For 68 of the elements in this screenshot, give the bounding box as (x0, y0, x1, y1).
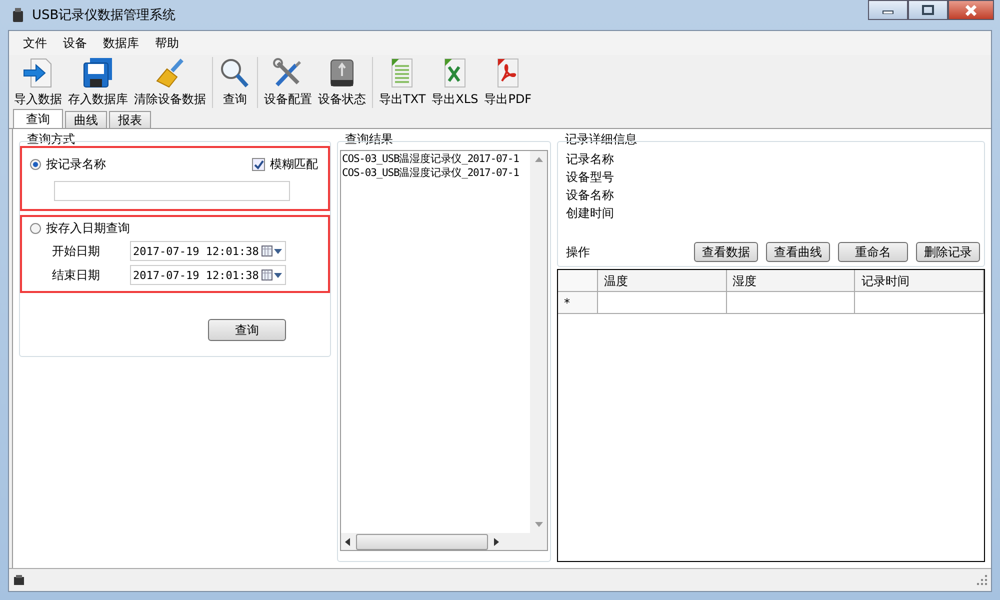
tab[interactable]: 曲线 (65, 111, 107, 128)
calendar-dropdown-icon (261, 245, 283, 257)
date-picker[interactable]: 2017-07-19 12:01:38 (130, 265, 286, 285)
toolbar-button[interactable]: 导出PDF (481, 56, 535, 108)
query-button[interactable]: 查询 (208, 319, 286, 341)
field-label: 结束日期 (52, 266, 101, 284)
toolbar-button[interactable]: 查询 (212, 56, 254, 108)
action-button[interactable]: 删除记录 (916, 242, 980, 262)
field-label: 开始日期 (52, 242, 101, 260)
menu-item[interactable]: 文件 (15, 34, 55, 52)
close-button[interactable] (948, 0, 994, 20)
checkmark-icon (254, 160, 264, 170)
wrench-screwdriver-icon (272, 56, 304, 88)
date-picker[interactable]: 2017-07-19 12:01:38 (130, 241, 286, 261)
tab[interactable]: 查询 (13, 109, 63, 128)
menu-item[interactable]: 数据库 (95, 34, 147, 52)
scroll-up-icon (534, 157, 542, 162)
toolbar-button[interactable]: 导出TXT (372, 56, 429, 108)
radio-button[interactable]: 按记录名称 (30, 156, 106, 173)
table-cell[interactable] (598, 292, 727, 314)
minimize-button[interactable] (868, 0, 908, 20)
action-button[interactable]: 查看曲线 (766, 242, 830, 262)
column-header[interactable]: 湿度 (726, 270, 856, 292)
scroll-right-icon (494, 538, 499, 546)
vertical-scrollbar[interactable] (530, 151, 547, 533)
field-label: 记录名称 (566, 151, 615, 168)
horizontal-scrollbar[interactable] (341, 533, 547, 550)
floppy-disk-icon (82, 56, 114, 88)
row-header (558, 270, 598, 292)
window-title: USB记录仪数据管理系统 (32, 7, 176, 24)
resize-grip-icon (977, 575, 987, 585)
toolbar-button[interactable]: 导出XLS (428, 56, 482, 108)
toolbar-button[interactable]: 设备状态 (315, 56, 369, 108)
list-item[interactable]: COS-03_USB温湿度记录仪_2017-07-1 (342, 152, 529, 166)
broom-icon (154, 56, 186, 88)
field-label: 设备型号 (566, 169, 615, 186)
calendar-dropdown-icon (261, 269, 283, 281)
scroll-down-icon (534, 522, 542, 527)
search-icon (219, 56, 251, 88)
list-item[interactable]: COS-03_USB温湿度记录仪_2017-07-1 (342, 166, 529, 180)
tab[interactable]: 报表 (109, 111, 151, 128)
field-label: 创建时间 (566, 205, 615, 222)
column-header[interactable]: 温度 (598, 270, 727, 292)
field-label: 设备名称 (566, 187, 615, 204)
toolbar-button[interactable]: 导入数据 (11, 56, 65, 108)
maximize-button[interactable] (908, 0, 948, 20)
maximize-icon (922, 5, 934, 15)
app-icon (12, 7, 24, 23)
row-header: * (558, 292, 598, 314)
table-cell[interactable] (855, 292, 984, 314)
device-icon (13, 574, 25, 586)
checkbox[interactable]: 模糊匹配 (252, 156, 318, 173)
action-button[interactable]: 查看数据 (694, 242, 758, 262)
scroll-left-icon (345, 538, 350, 546)
toolbar-button[interactable]: 存入数据库 (65, 56, 131, 108)
action-button[interactable]: 重命名 (838, 242, 908, 262)
toolbar-button[interactable]: 设备配置 (257, 56, 315, 108)
toolbar-button[interactable]: 清除设备数据 (131, 56, 209, 108)
document-arrow-icon (22, 56, 54, 88)
name-input-field[interactable] (54, 181, 290, 201)
radio-button[interactable]: 按存入日期查询 (30, 220, 320, 237)
column-header[interactable]: 记录时间 (855, 270, 984, 292)
scroll-thumb[interactable] (356, 534, 488, 550)
operations-label: 操作 (566, 244, 591, 260)
menu-item[interactable]: 帮助 (147, 34, 187, 52)
table-cell[interactable] (726, 292, 856, 314)
menu-item[interactable]: 设备 (55, 34, 95, 52)
close-icon (964, 4, 978, 16)
